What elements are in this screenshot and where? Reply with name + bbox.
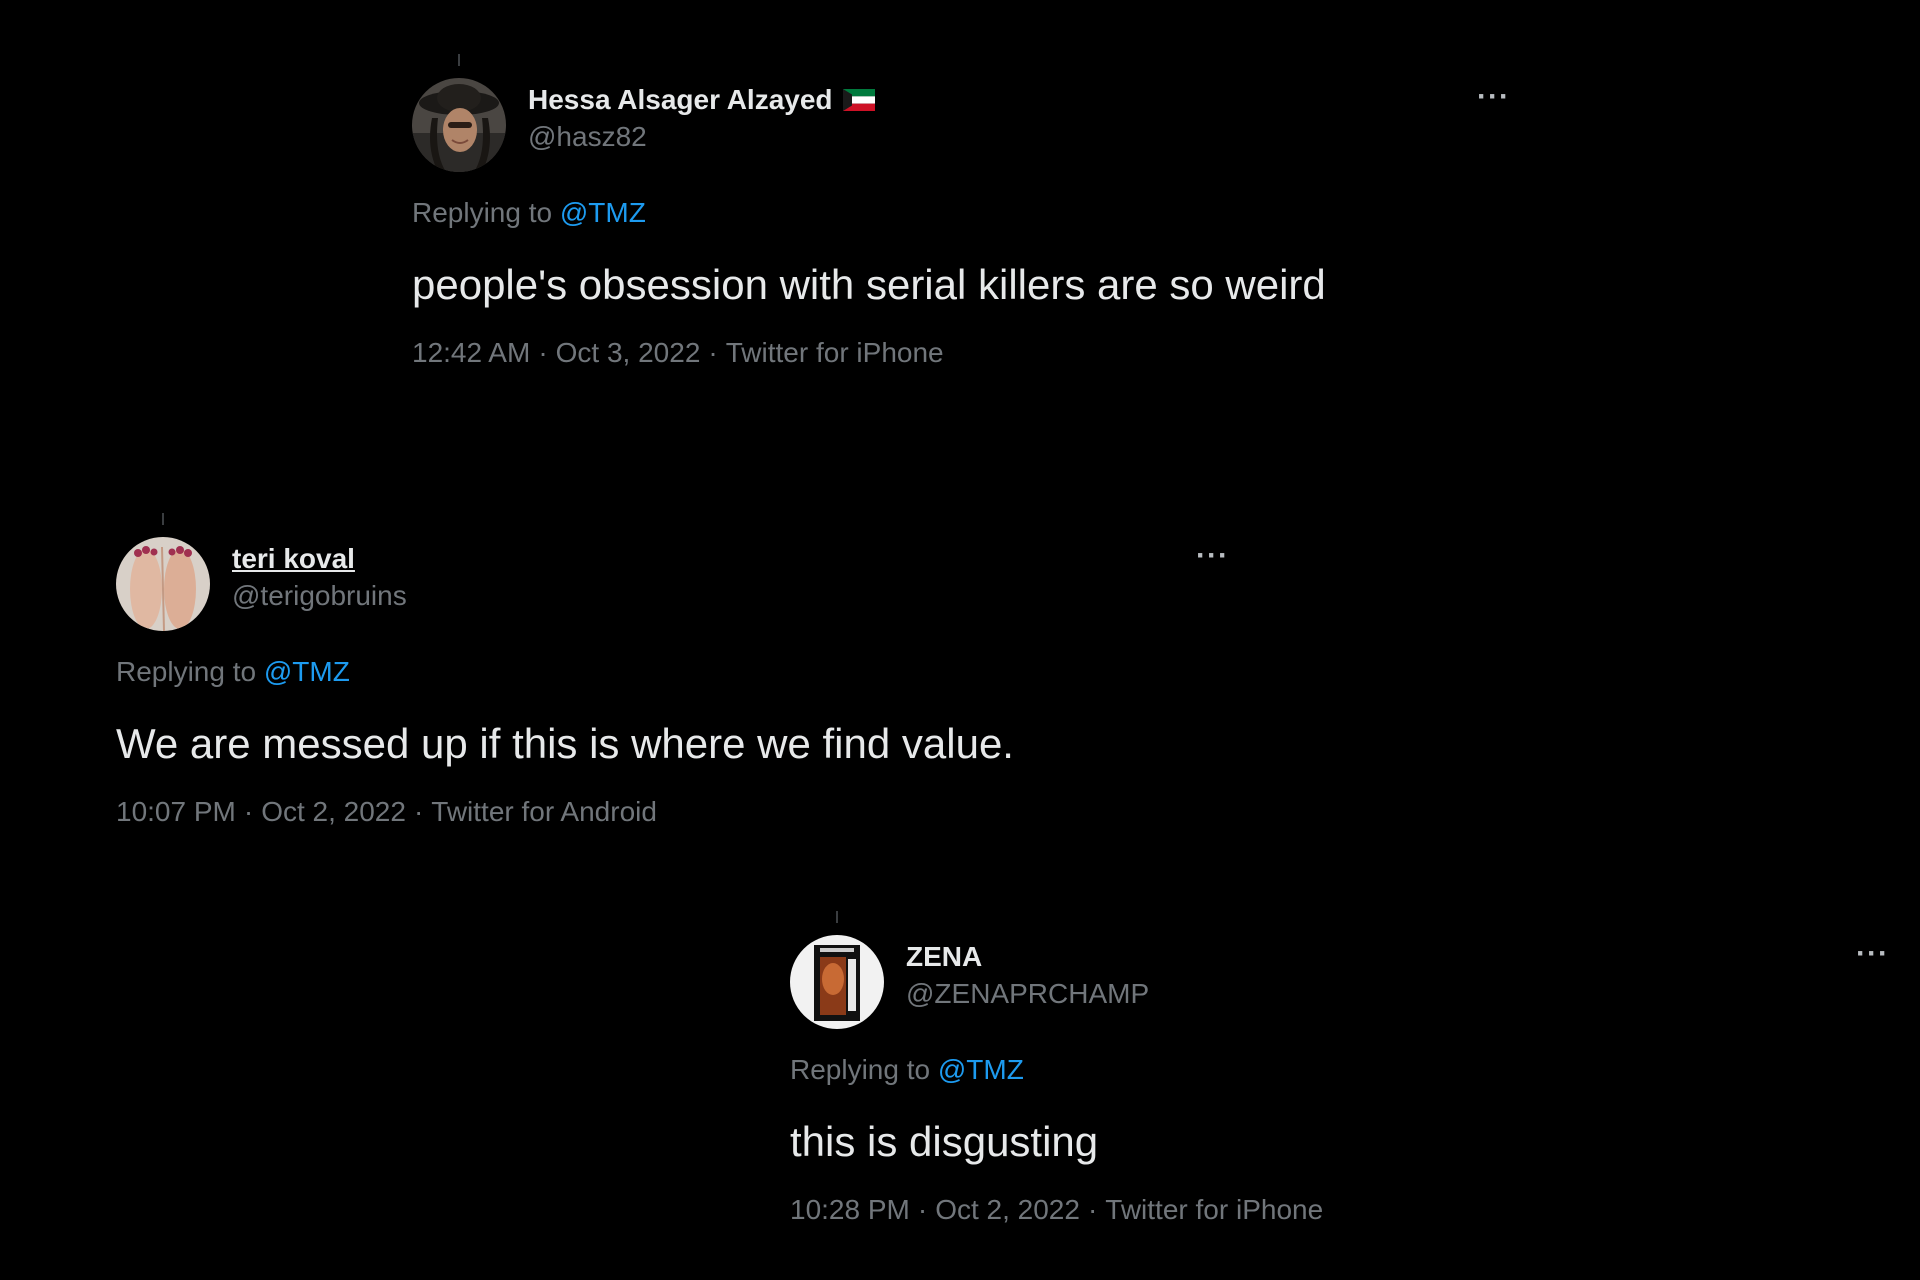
tweet-card[interactable]: Hessa Alsager Alzayed @hasz82 ··· Replyi… (412, 54, 1517, 370)
tweet-header: Hessa Alsager Alzayed @hasz82 ··· (412, 78, 1517, 174)
tweet-meta: 12:42 AM · Oct 3, 2022 · Twitter for iPhone (412, 336, 1517, 370)
tweet-card[interactable]: ZENA @ZENAPRCHAMP ··· Replying to @TMZ t… (790, 911, 1890, 1227)
tweet-source: Twitter for iPhone (725, 337, 944, 368)
replying-to: Replying to @TMZ (790, 1053, 1890, 1087)
replying-prefix: Replying to (790, 1054, 931, 1085)
tweet-date[interactable]: Oct 2, 2022 (261, 796, 406, 827)
more-options-icon[interactable]: ··· (1196, 541, 1229, 571)
tweet-header: ZENA @ZENAPRCHAMP ··· (790, 935, 1890, 1031)
mention-link[interactable]: @TMZ (938, 1054, 1024, 1085)
tweet-source: Twitter for Android (431, 796, 657, 827)
thread-connector (836, 911, 838, 923)
tweet-source: Twitter for iPhone (1105, 1194, 1324, 1225)
user-handle[interactable]: @terigobruins (232, 577, 407, 615)
user-handle[interactable]: @hasz82 (528, 118, 875, 156)
more-options-icon[interactable]: ··· (1477, 82, 1510, 112)
display-name[interactable]: teri koval (232, 541, 355, 577)
tweet-date[interactable]: Oct 2, 2022 (935, 1194, 1080, 1225)
tweet-text: this is disgusting (790, 1118, 1099, 1165)
tweet-meta: 10:28 PM · Oct 2, 2022 · Twitter for iPhone (790, 1193, 1890, 1227)
tweet-header: teri koval @terigobruins ··· (116, 537, 1236, 633)
meta-separator: · (917, 1194, 928, 1225)
tweet-meta: 10:07 PM · Oct 2, 2022 · Twitter for Android (116, 795, 1236, 829)
replying-prefix: Replying to (412, 197, 553, 228)
meta-separator: · (413, 796, 424, 827)
replying-prefix: Replying to (116, 656, 257, 687)
tweet-time[interactable]: 12:42 AM (412, 337, 530, 368)
tweet-text: We are messed up if this is where we fin… (116, 720, 1014, 767)
meta-separator: · (243, 796, 254, 827)
meta-separator: · (1087, 1194, 1098, 1225)
display-name[interactable]: Hessa Alsager Alzayed (528, 82, 833, 118)
avatar[interactable] (116, 537, 210, 631)
user-handle[interactable]: @ZENAPRCHAMP (906, 975, 1149, 1013)
tweet-time[interactable]: 10:28 PM (790, 1194, 910, 1225)
thread-connector (458, 54, 460, 66)
mention-link[interactable]: @TMZ (264, 656, 350, 687)
user-names: ZENA @ZENAPRCHAMP (906, 939, 1149, 1013)
mention-link[interactable]: @TMZ (560, 197, 646, 228)
meta-separator: · (708, 337, 718, 368)
thread-connector (162, 513, 164, 525)
kuwait-flag-icon (842, 89, 875, 116)
avatar[interactable] (790, 935, 884, 1029)
replying-to: Replying to @TMZ (412, 196, 1517, 230)
replying-to: Replying to @TMZ (116, 655, 1236, 689)
user-names: teri koval @terigobruins (232, 541, 407, 615)
avatar-photo (790, 935, 884, 1029)
avatar-photo (412, 78, 506, 172)
tweet-text: people's obsession with serial killers a… (412, 261, 1326, 308)
avatar[interactable] (412, 78, 506, 172)
user-names: Hessa Alsager Alzayed @hasz82 (528, 82, 875, 156)
meta-separator: · (538, 337, 548, 368)
tweet-card[interactable]: teri koval @terigobruins ··· Replying to… (116, 513, 1236, 829)
avatar-photo (116, 537, 210, 631)
display-name[interactable]: ZENA (906, 939, 982, 975)
tweet-time[interactable]: 10:07 PM (116, 796, 236, 827)
tweet-date[interactable]: Oct 3, 2022 (556, 337, 701, 368)
more-options-icon[interactable]: ··· (1856, 939, 1889, 969)
